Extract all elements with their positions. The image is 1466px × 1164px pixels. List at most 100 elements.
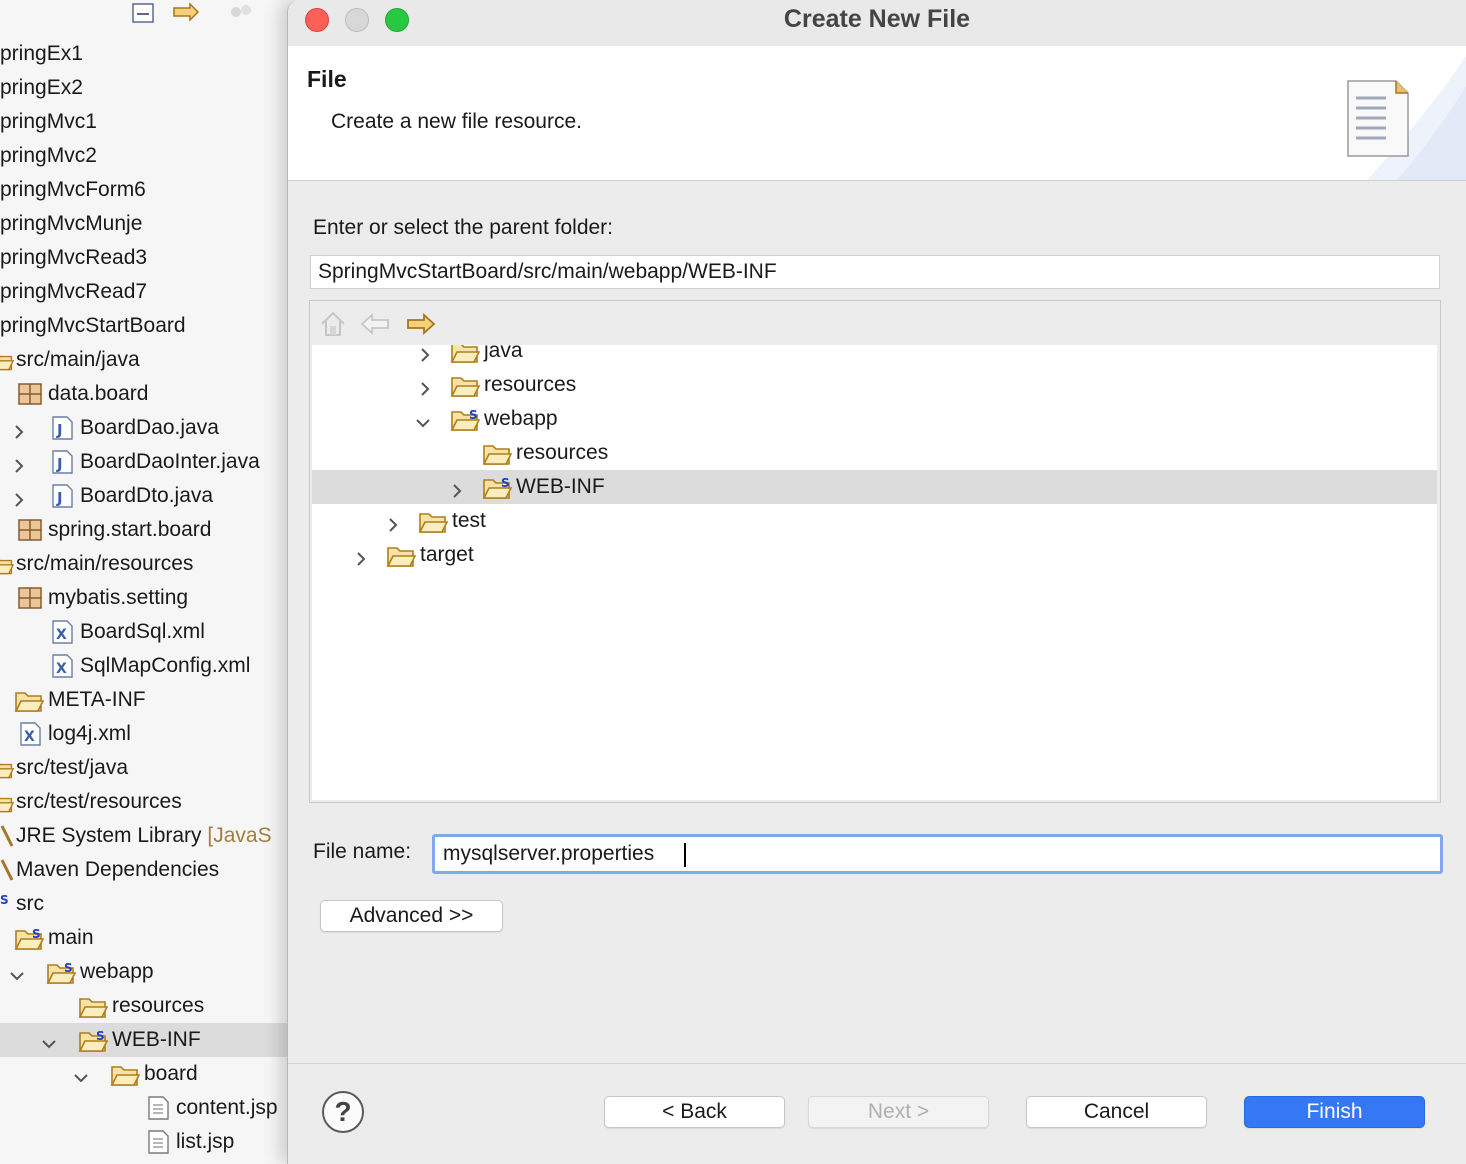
list-item[interactable]: list.jsp (0, 1125, 300, 1159)
folder-browser: java resources webapp resources WEB-INF … (309, 300, 1441, 803)
chevron-right-icon[interactable] (12, 421, 26, 435)
list-item[interactable]: resources (0, 989, 300, 1023)
link-editor-icon[interactable] (172, 2, 200, 22)
wizard-banner: File Create a new file resource. (288, 46, 1466, 181)
list-item[interactable]: board (0, 1057, 300, 1091)
folder-icon (386, 542, 416, 568)
collapse-all-icon[interactable] (130, 2, 154, 23)
parent-folder-label: Enter or select the parent folder: (313, 216, 613, 239)
folder-label: java (484, 345, 523, 362)
library-icon (0, 824, 14, 848)
package-icon (17, 586, 43, 610)
java-interface-icon (49, 450, 75, 474)
list-item-selected[interactable]: WEB-INF (0, 1023, 300, 1057)
back-arrow-icon[interactable] (360, 309, 392, 339)
list-item[interactable]: BoardDaoInter.java (0, 445, 300, 479)
package-icon (17, 382, 43, 406)
chevron-right-icon[interactable] (12, 489, 26, 503)
project-label: pringMvcForm6 (0, 178, 146, 201)
list-item[interactable]: log4j.xml (0, 717, 300, 751)
list-item[interactable]: src (0, 887, 300, 921)
folder-label: WEB-INF (112, 1028, 201, 1051)
tree-item[interactable]: resources (312, 436, 1437, 470)
advanced-button[interactable]: Advanced >> (320, 900, 503, 932)
parent-folder-input[interactable] (310, 255, 1440, 289)
list-item[interactable]: pringEx1 (0, 37, 300, 71)
java-file-icon (49, 416, 75, 440)
chevron-down-icon[interactable] (42, 1033, 56, 1047)
list-item[interactable]: pringMvcRead3 (0, 241, 300, 275)
folder-label: resources (484, 373, 577, 396)
list-item[interactable]: pringMvc1 (0, 105, 300, 139)
home-icon[interactable] (318, 309, 350, 339)
list-item[interactable]: pringMvcRead7 (0, 275, 300, 309)
text-file-icon (145, 1096, 171, 1120)
source-folder-label: src/test/java (16, 756, 129, 779)
list-item[interactable]: pringEx2 (0, 71, 300, 105)
list-item[interactable]: pringMvc2 (0, 139, 300, 173)
file-label: BoardDao.java (80, 416, 219, 439)
finish-button[interactable]: Finish (1244, 1096, 1425, 1128)
package-label: spring.start.board (48, 518, 212, 541)
spring-badge-icon (501, 470, 513, 484)
list-item[interactable]: pringMvcForm6 (0, 173, 300, 207)
tree-item-selected[interactable]: WEB-INF (312, 470, 1437, 504)
folder-tree[interactable]: java resources webapp resources WEB-INF … (312, 345, 1437, 800)
chevron-right-icon[interactable] (12, 455, 26, 469)
source-folder-label: src/main/java (16, 348, 140, 371)
list-item[interactable]: META-INF (0, 683, 300, 717)
list-item[interactable]: spring.start.board (0, 513, 300, 547)
next-button[interactable]: Next > (808, 1096, 989, 1128)
dialog-title: Create New File (783, 5, 971, 33)
tree-item[interactable]: target (312, 538, 1437, 572)
filter-icon[interactable] (228, 2, 251, 22)
help-button[interactable]: ? (322, 1091, 364, 1133)
back-button[interactable]: < Back (604, 1096, 785, 1128)
java-file-icon (49, 484, 75, 508)
chevron-down-icon[interactable] (10, 965, 24, 979)
source-folder-icon (0, 790, 14, 814)
list-item[interactable]: JRE System Library [JavaS (0, 819, 300, 853)
tree-item[interactable]: resources (312, 368, 1437, 402)
chevron-right-icon[interactable] (418, 345, 432, 358)
list-item[interactable]: webapp (0, 955, 300, 989)
list-item[interactable]: Maven Dependencies (0, 853, 300, 887)
chevron-right-icon[interactable] (354, 548, 368, 562)
list-item[interactable]: pringMvcStartBoard (0, 309, 300, 343)
list-item[interactable]: pringMvcMunje (0, 207, 300, 241)
list-item[interactable]: src/test/resources (0, 785, 300, 819)
list-item[interactable]: data.board (0, 377, 300, 411)
cancel-button[interactable]: Cancel (1026, 1096, 1207, 1128)
chevron-right-icon[interactable] (418, 378, 432, 392)
tree-item[interactable]: java (312, 345, 1437, 368)
file-label: BoardDaoInter.java (80, 450, 260, 473)
list-item[interactable]: SqlMapConfig.xml (0, 649, 300, 683)
title-bar[interactable]: Create New File (288, 0, 1466, 46)
list-item[interactable]: BoardSql.xml (0, 615, 300, 649)
library-label: Maven Dependencies (16, 858, 220, 881)
project-explorer: pringEx1 pringEx2 pringMvc1 pringMvc2 pr… (0, 0, 300, 1164)
list-item[interactable]: BoardDao.java (0, 411, 300, 445)
list-item[interactable]: src/test/java (0, 751, 300, 785)
folder-icon (482, 440, 512, 466)
forward-arrow-icon[interactable] (404, 309, 436, 339)
xml-file-icon (49, 654, 75, 678)
list-item[interactable]: src/main/resources (0, 547, 300, 581)
list-item[interactable]: BoardDto.java (0, 479, 300, 513)
spring-badge-icon (32, 921, 44, 935)
tree-item[interactable]: webapp (312, 402, 1437, 436)
list-item[interactable]: content.jsp (0, 1091, 300, 1125)
chevron-right-icon[interactable] (450, 480, 464, 494)
file-name-input[interactable] (432, 834, 1443, 874)
chevron-down-icon[interactable] (74, 1067, 88, 1081)
library-name: JRE System Library (16, 824, 202, 847)
list-item[interactable]: main (0, 921, 300, 955)
folder-label: webapp (80, 960, 154, 983)
list-item[interactable]: mybatis.setting (0, 581, 300, 615)
list-item[interactable]: src/main/java (0, 343, 300, 377)
banner-description: Create a new file resource. (331, 110, 582, 133)
chevron-right-icon[interactable] (386, 514, 400, 528)
chevron-down-icon[interactable] (416, 412, 430, 426)
project-label: pringMvcRead7 (0, 280, 148, 303)
tree-item[interactable]: test (312, 504, 1437, 538)
